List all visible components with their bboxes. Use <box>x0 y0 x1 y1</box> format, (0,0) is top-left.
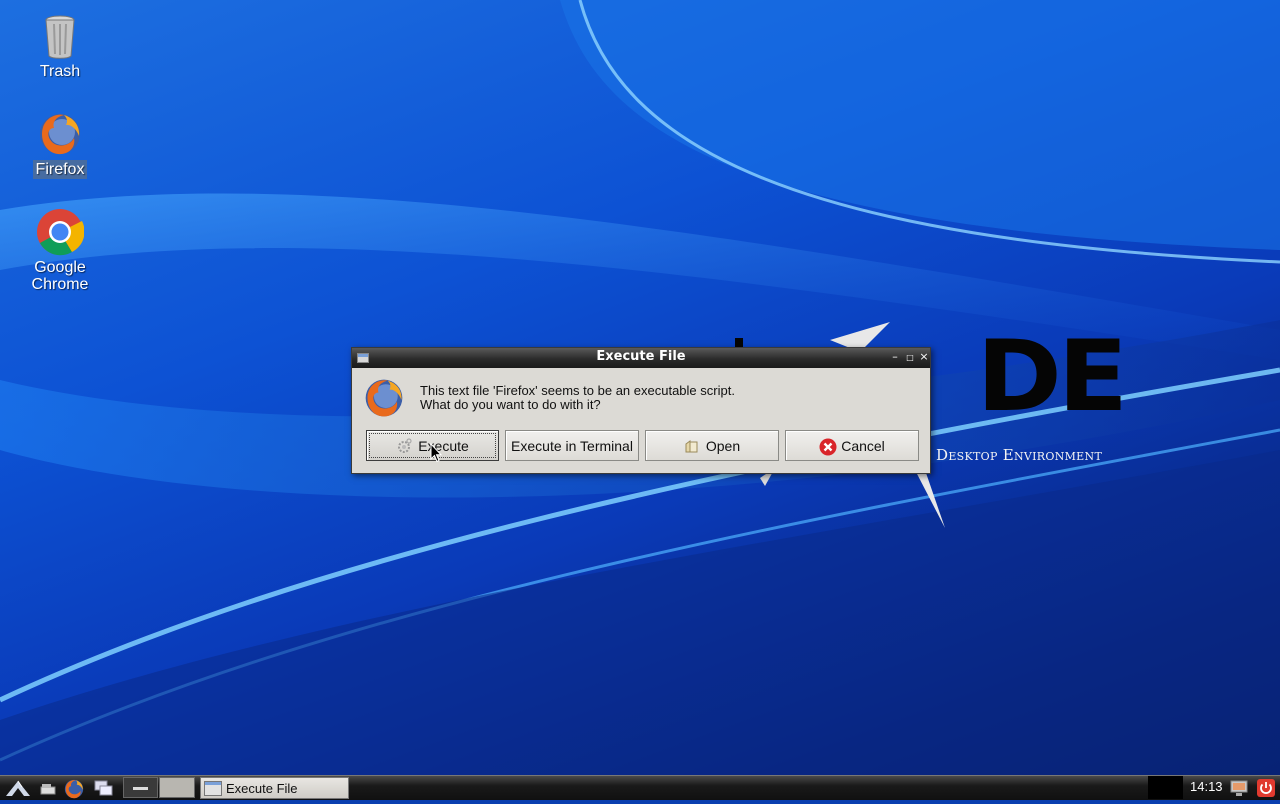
desktop-pager-2[interactable] <box>159 777 195 798</box>
clock[interactable]: 14:13 <box>1190 779 1223 794</box>
mouse-cursor-icon <box>430 442 443 467</box>
dialog-message-line2: What do you want to do with it? <box>420 397 601 412</box>
firefox-icon <box>36 110 84 158</box>
wallpaper-logo-subtitle: Desktop Environment <box>936 446 1103 464</box>
firefox-launcher[interactable] <box>63 778 85 799</box>
cancel-button[interactable]: Cancel <box>785 430 919 461</box>
wallpaper-logo-letters: DE <box>976 320 1128 434</box>
firefox-icon <box>64 779 84 799</box>
trash-icon <box>36 12 84 60</box>
desktop-icon-chrome[interactable]: Google Chrome <box>15 208 105 294</box>
execute-button-label: Execute <box>418 437 469 454</box>
desktop-icon-trash[interactable]: Trash <box>15 12 105 81</box>
power-icon <box>1257 779 1275 797</box>
gear-icon <box>396 437 412 454</box>
window-switcher-button[interactable] <box>93 778 115 798</box>
file-manager-launcher[interactable] <box>38 778 58 798</box>
desktop-pager-1[interactable] <box>123 777 158 798</box>
maximize-icon: □ <box>906 353 914 362</box>
open-button-label: Open <box>705 437 741 454</box>
desktop-icon-label: Firefox <box>32 160 88 179</box>
taskbar: Execute File 14:13 <box>0 775 1280 800</box>
close-button[interactable]: × <box>918 351 930 363</box>
minimize-button[interactable]: – <box>889 351 901 363</box>
logout-button[interactable] <box>1256 778 1276 798</box>
maximize-button[interactable]: □ <box>904 351 916 363</box>
open-folder-icon <box>684 438 700 454</box>
windows-icon <box>94 780 113 796</box>
minimize-icon: – <box>892 350 898 363</box>
close-icon: × <box>919 350 929 363</box>
execute-in-terminal-label: Execute in Terminal <box>511 437 633 454</box>
firefox-icon <box>362 376 406 420</box>
open-button[interactable]: Open <box>645 430 779 461</box>
taskbar-window-execute-file[interactable]: Execute File <box>200 777 349 799</box>
lxde-logo-icon <box>6 780 30 796</box>
execute-in-terminal-button[interactable]: Execute in Terminal <box>505 430 639 461</box>
chrome-icon <box>36 208 85 256</box>
desktop-icon-label: Trash <box>39 63 81 80</box>
cancel-button-label: Cancel <box>841 437 885 454</box>
start-menu-button[interactable] <box>4 778 32 798</box>
system-tray-area <box>1148 776 1183 799</box>
desktop-icon-firefox[interactable]: Firefox <box>15 110 105 179</box>
desktop-icon-label: Google Chrome <box>31 259 89 293</box>
lock-screen-button[interactable] <box>1229 778 1249 798</box>
window-icon <box>204 780 222 796</box>
taskbar-window-label: Execute File <box>226 780 298 796</box>
terminal-icon <box>40 784 56 795</box>
dialog-message-line1: This text file 'Firefox' seems to be an … <box>420 383 735 398</box>
dialog-titlebar[interactable]: Execute File – □ × <box>352 348 930 368</box>
cancel-icon <box>819 438 837 455</box>
dialog-title: Execute File <box>596 349 686 364</box>
monitor-icon <box>1230 780 1248 796</box>
pager-window-icon <box>133 787 148 790</box>
